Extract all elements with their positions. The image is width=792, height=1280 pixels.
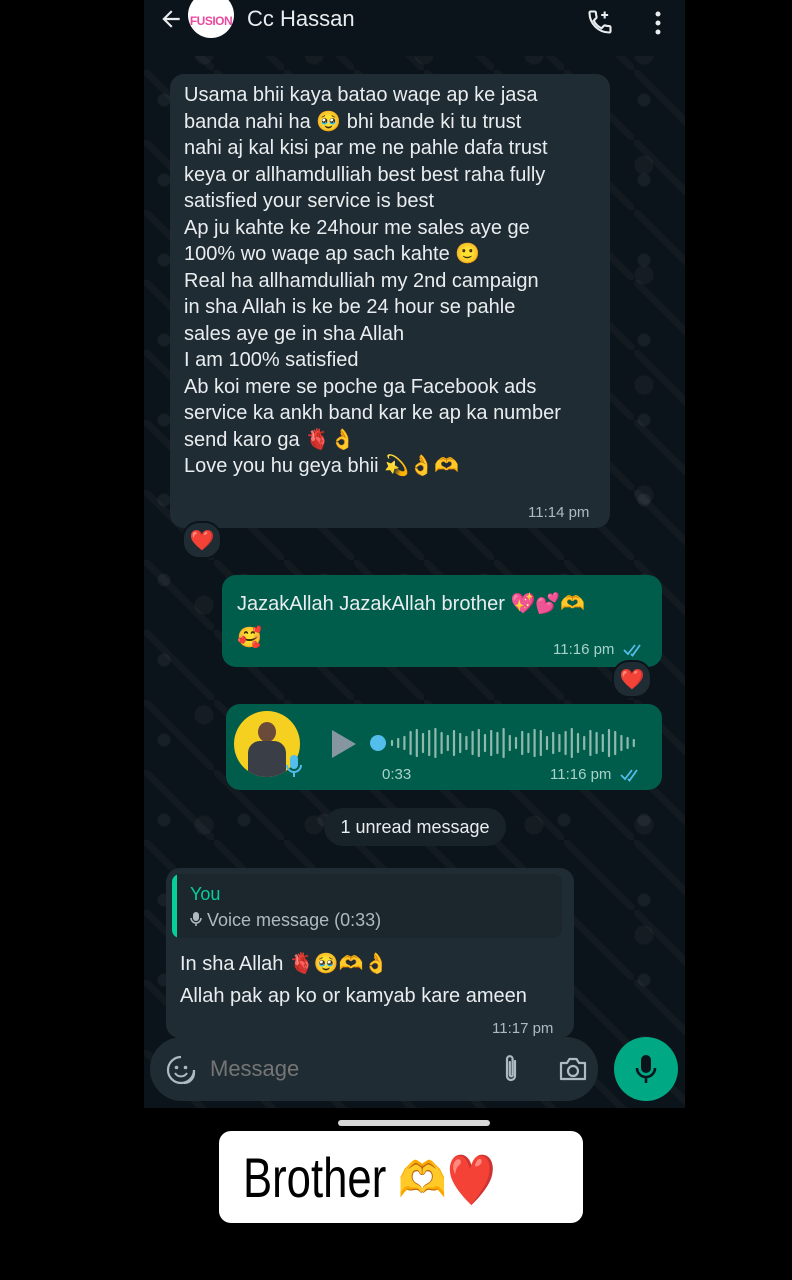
record-voice-button[interactable] [614,1037,678,1101]
message-time: 11:16 pm [550,766,642,783]
call-add-icon[interactable] [586,8,614,36]
message-reaction[interactable]: ❤️ [182,521,222,559]
voice-message[interactable]: 0:33 11:16 pm [226,704,662,790]
message-text: Usama bhii kaya batao waqe ap ke jasa ba… [184,84,561,477]
check-double-icon [619,769,638,782]
quote-accent-bar [172,874,177,938]
quote-text: Voice message (0:33) [190,910,381,931]
mic-icon [190,912,202,926]
message-time: 11:14 pm [528,504,590,521]
incoming-message[interactable]: Usama bhii kaya batao waqe ap ke jasa ba… [170,74,610,528]
outgoing-message[interactable]: JazakAllah JazakAllah brother 💖💕🫶 🥰 11:1… [222,575,662,667]
back-arrow-icon[interactable] [158,6,184,32]
sticker-icon[interactable] [166,1055,196,1085]
chat-header: FUSION Cc Hassan [144,0,685,56]
contact-avatar[interactable]: FUSION [188,0,234,38]
more-vertical-icon[interactable] [652,10,664,36]
message-reaction[interactable]: ❤️ [612,660,652,698]
check-double-icon [622,644,641,657]
attach-icon[interactable] [502,1053,520,1085]
caption-text: Brother 🫶❤️ [243,1145,496,1210]
avatar-logo-text: FUSION [189,14,233,28]
message-time: 11:17 pm [492,1020,554,1037]
message-time-text: 11:16 pm [553,641,615,658]
avatar-person-head [258,722,276,742]
message-text: In sha Allah 🫀🥹🫶👌 Allah pak ap ko or kam… [180,953,527,1007]
quote-author: You [190,884,221,904]
story-caption: Brother 🫶❤️ [219,1131,583,1223]
caption-emoji: 🫶❤️ [398,1152,496,1208]
unread-messages-divider: 1 unread message [324,808,506,846]
contact-name[interactable]: Cc Hassan [247,6,355,32]
incoming-reply-message[interactable]: You Voice message (0:33) In sha Allah 🫀🥹… [166,868,574,1038]
voice-duration: 0:33 [382,766,412,783]
avatar-person-body [248,741,286,777]
quoted-message[interactable]: You Voice message (0:33) [172,874,562,938]
camera-icon[interactable] [558,1056,588,1082]
message-time-text: 11:16 pm [550,766,612,783]
message-input[interactable] [210,1056,490,1082]
play-icon[interactable] [330,728,358,760]
message-time: 11:16 pm [553,641,645,658]
reaction-emoji: ❤️ [619,667,645,691]
reaction-emoji: ❤️ [189,528,215,552]
mic-icon [286,755,302,777]
home-indicator[interactable] [338,1120,490,1126]
mic-icon [635,1055,657,1083]
quote-text-value: Voice message (0:33) [207,910,382,930]
voice-waveform[interactable] [370,724,646,762]
caption-text-value: Brother [243,1146,387,1209]
message-composer [150,1037,598,1101]
chat-screen: FUSION Cc Hassan Usama bhii kaya batao w… [144,0,685,1108]
